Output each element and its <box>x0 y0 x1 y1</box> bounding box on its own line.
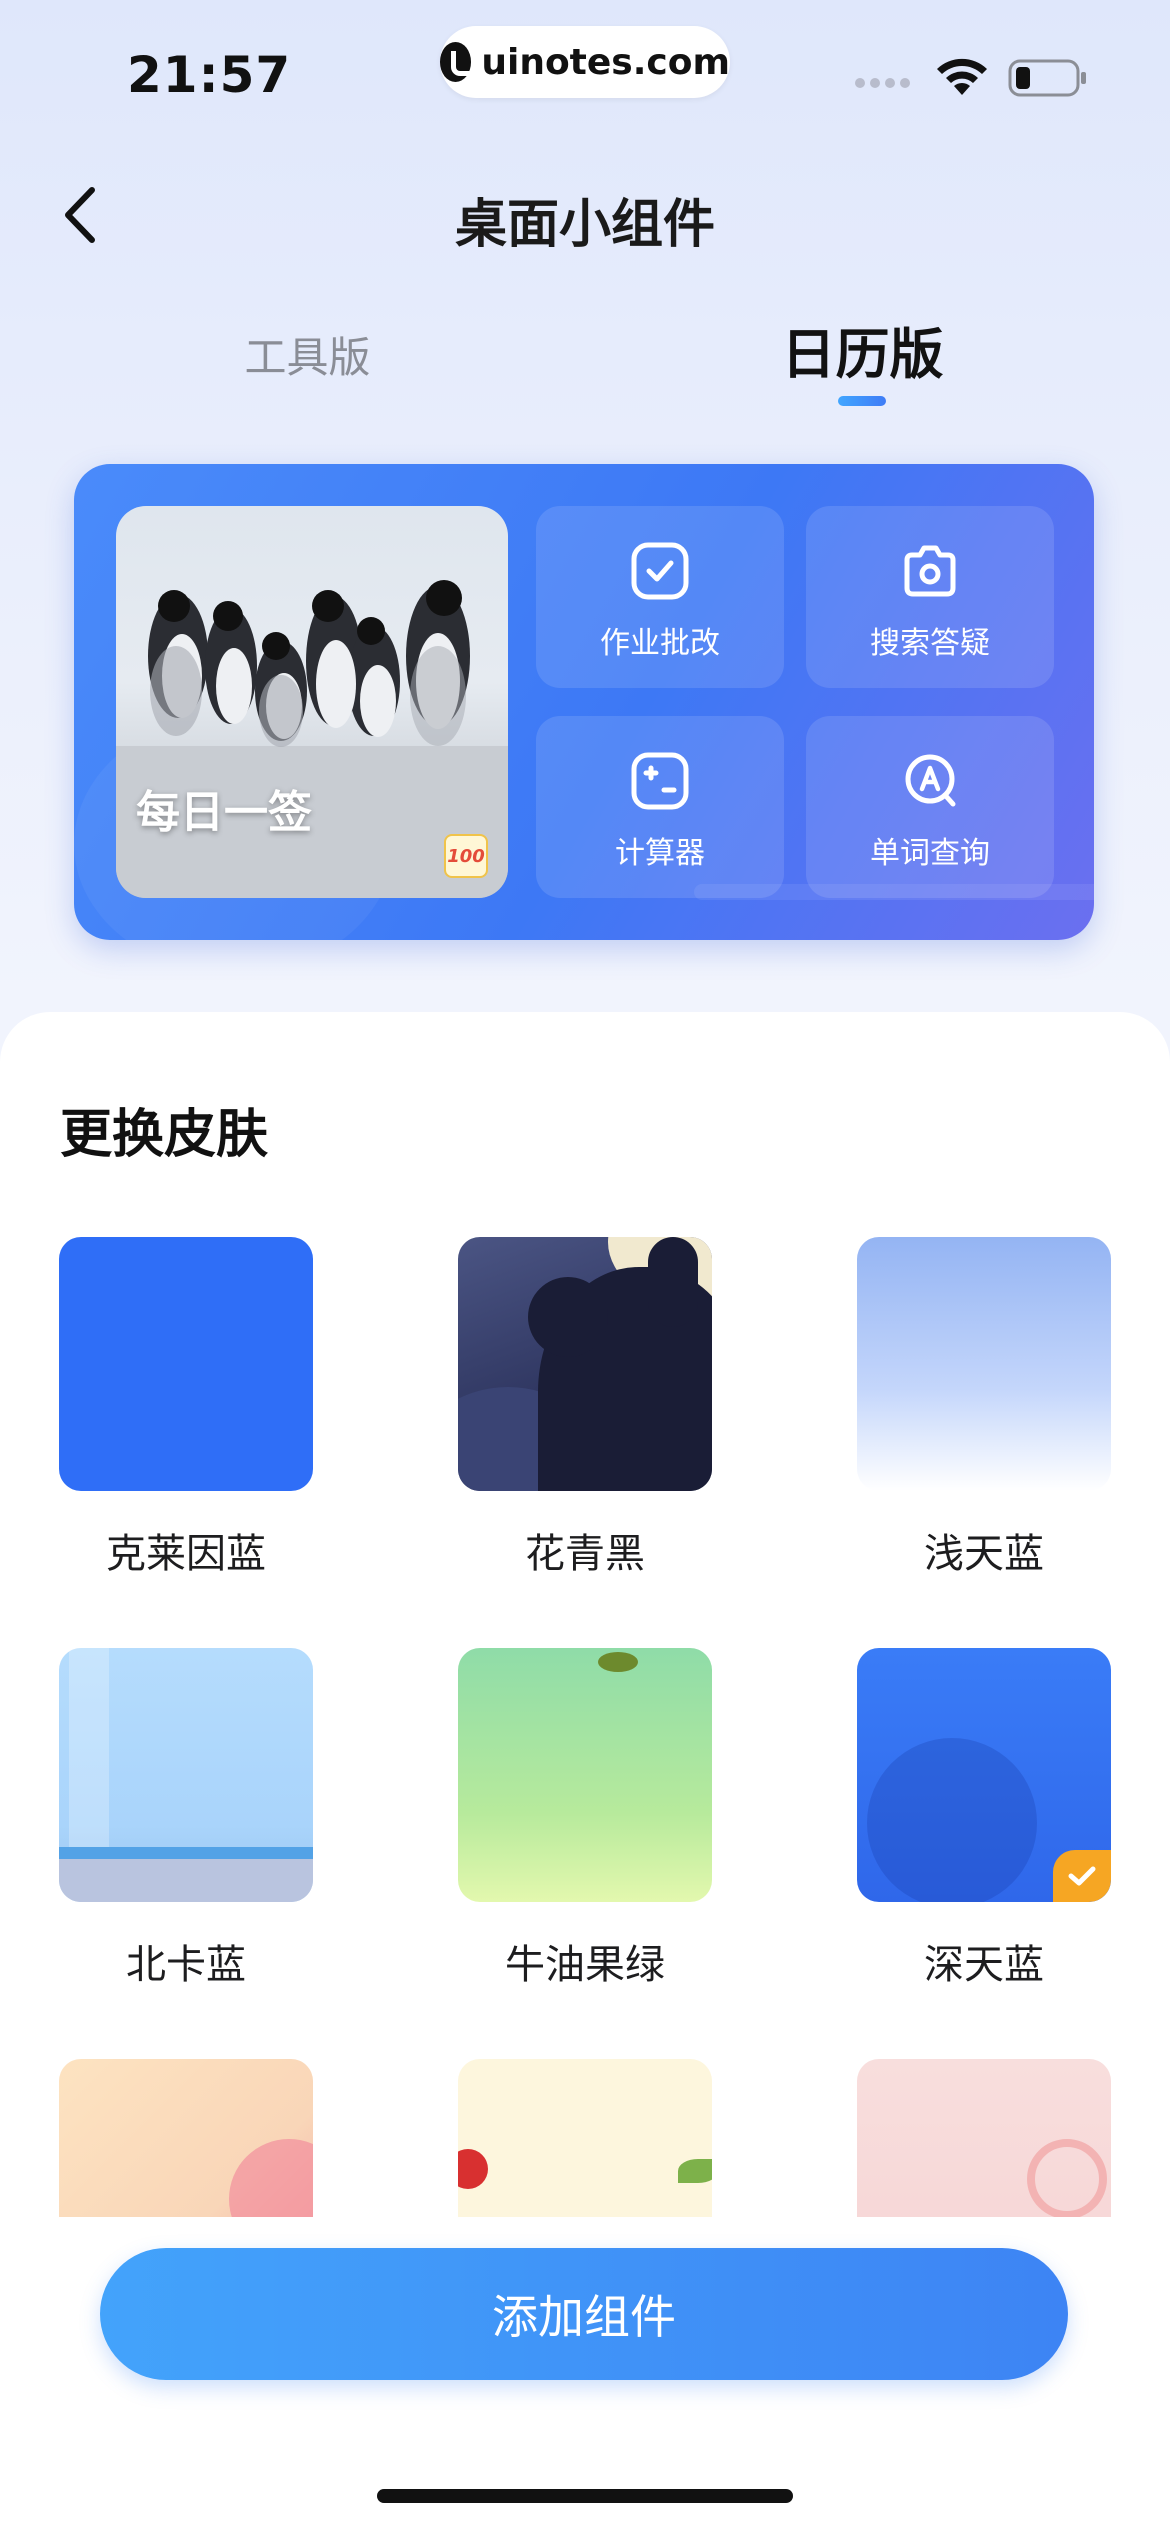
skin-item-cyan-black[interactable]: 花青黑 <box>458 1237 712 1579</box>
skin-swatch <box>458 2059 712 2217</box>
tab-calendar[interactable]: 日历版 <box>755 310 970 389</box>
tool-label: 作业批改 <box>600 626 720 661</box>
site-logo-icon <box>440 42 480 82</box>
add-widget-button[interactable]: 添加组件 <box>100 2248 1068 2380</box>
camera-icon <box>904 545 956 597</box>
skin-name: 浅天蓝 <box>924 1531 1044 1577</box>
skin-item-cherry[interactable] <box>458 2059 712 2217</box>
tool-calculator[interactable]: 计算器 <box>536 716 784 898</box>
page-title: 桌面小组件 <box>454 195 715 255</box>
skin-swatch <box>857 1648 1111 1902</box>
tab-tools[interactable]: 工具版 <box>200 324 415 385</box>
skin-item-avocado-green[interactable]: 牛油果绿 <box>458 1648 712 1990</box>
skin-swatch <box>59 1648 313 1902</box>
homework-check-icon <box>631 542 689 600</box>
url-pill[interactable]: uinotes.com <box>440 26 730 98</box>
tab-bar: 工具版 日历版 <box>0 310 1170 420</box>
skin-item-pink[interactable] <box>857 2059 1111 2217</box>
skin-item-klein-blue[interactable]: 克莱因蓝 <box>59 1237 313 1579</box>
skin-item-carolina-blue[interactable]: 北卡蓝 <box>59 1648 313 1990</box>
skin-name: 北卡蓝 <box>126 1942 246 1988</box>
tool-label: 搜索答疑 <box>870 626 990 661</box>
skin-name: 深天蓝 <box>924 1942 1044 1988</box>
tab-active-indicator <box>838 396 886 406</box>
skin-name: 牛油果绿 <box>505 1942 665 1988</box>
skin-item-peach[interactable] <box>59 2059 313 2217</box>
tool-label: 计算器 <box>615 836 705 871</box>
status-time: 21:57 <box>127 46 292 104</box>
skin-swatch <box>857 2059 1111 2217</box>
cellular-signal-icon <box>855 78 910 88</box>
daily-sign-card[interactable]: 每日一签 100 <box>116 506 508 898</box>
section-title: 更换皮肤 <box>60 1105 269 1165</box>
skin-item-light-sky-blue[interactable]: 浅天蓝 <box>857 1237 1111 1579</box>
tool-label: 单词查询 <box>870 836 990 871</box>
tool-photo-search[interactable]: 搜索答疑 <box>806 506 1054 688</box>
skin-grid: 克莱因蓝 花青黑 浅天蓝 北卡蓝 牛油果绿 深天蓝 <box>0 1237 1170 2217</box>
nav-bar: 桌面小组件 <box>0 160 1170 270</box>
word-search-icon <box>905 754 956 807</box>
calculator-icon <box>631 752 689 810</box>
skin-name: 克莱因蓝 <box>106 1531 266 1577</box>
url-text: uinotes.com <box>481 41 730 83</box>
battery-icon <box>1008 59 1086 97</box>
home-indicator <box>377 2489 793 2503</box>
tool-word-lookup[interactable]: 单词查询 <box>806 716 1054 898</box>
skin-item-deep-sky-blue[interactable]: 深天蓝 <box>857 1648 1111 1990</box>
skin-swatch <box>59 2059 313 2217</box>
score-100-icon: 100 <box>444 834 488 878</box>
wifi-icon <box>937 58 987 95</box>
skin-swatch <box>458 1648 712 1902</box>
daily-sign-label: 每日一签 <box>136 787 312 838</box>
widget-preview: 每日一签 100 作业批改 搜索答疑 计算器 单词查询 <box>74 464 1094 940</box>
selected-check-icon <box>1053 1850 1111 1902</box>
skin-swatch <box>458 1237 712 1491</box>
skin-swatch <box>59 1237 313 1491</box>
skin-name: 花青黑 <box>525 1531 645 1577</box>
status-bar: 21:57 uinotes.com <box>0 0 1170 130</box>
skin-swatch <box>857 1237 1111 1491</box>
tool-homework-check[interactable]: 作业批改 <box>536 506 784 688</box>
